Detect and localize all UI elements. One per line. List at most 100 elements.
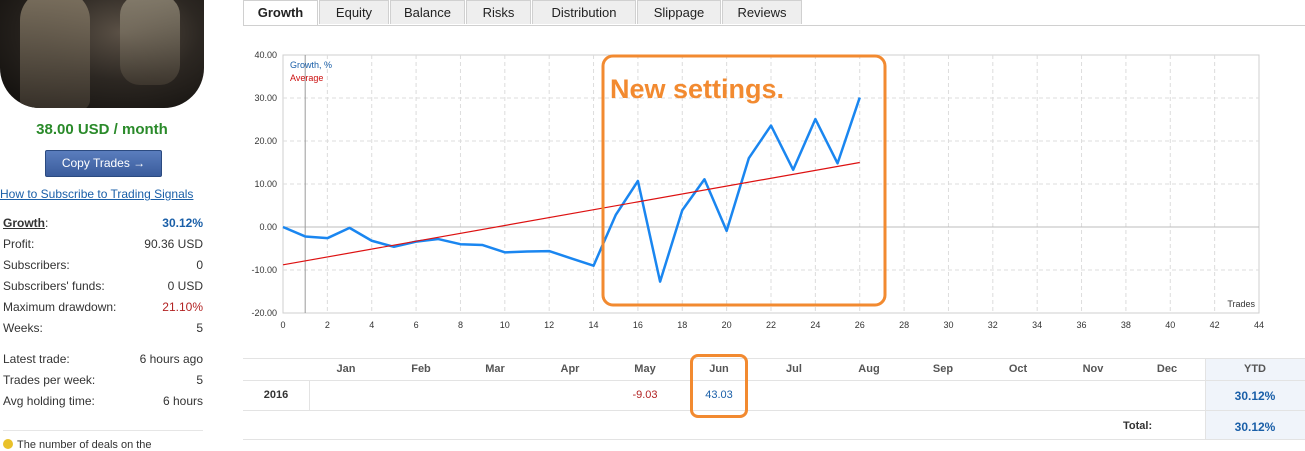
tab-slippage[interactable]: Slippage [637,0,721,24]
y-tick-label: 20.00 [254,136,277,146]
total-value: 30.12% [1234,420,1276,434]
stat-avg-holding: Avg holding time: 6 hours [3,394,203,410]
trades-per-week-label: Trades per week: [3,373,96,387]
copy-trades-button[interactable]: Copy Trades → [45,150,162,177]
month-header: Mar [485,363,505,375]
profit-value: 90.36 USD [144,237,203,251]
year-label: 2016 [263,389,289,401]
howto-subscribe-link[interactable]: How to Subscribe to Trading Signals [0,187,193,201]
growth-colon: : [45,216,49,230]
month-header: Jan [336,363,356,375]
stat-trades-per-week: Trades per week: 5 [3,373,203,389]
x-tick-label: 44 [1254,320,1264,330]
tab-distribution[interactable]: Distribution [532,0,636,24]
stat-max-drawdown: Maximum drawdown: 21.10% [3,300,203,316]
table-bottom-border [243,439,1305,440]
month-header: Dec [1156,363,1178,375]
stat-weeks: Weeks: 5 [3,321,203,337]
y-tick-label: -10.00 [251,265,277,275]
year-column-divider [309,380,310,410]
deals-note-text: The number of deals on the [17,439,152,451]
total-label: Total: [1123,420,1153,432]
max-drawdown-value: 21.10% [162,300,203,314]
tab-strip-border [243,25,1305,26]
weeks-value: 5 [196,321,203,335]
avatar-figure-secondary [120,0,180,85]
stat-profit: Profit: 90.36 USD [3,237,203,253]
latest-trade-label: Latest trade: [3,352,70,366]
legend-average: Average [290,73,323,83]
tab-risks[interactable]: Risks [466,0,531,24]
table-row-2016: 2016 -9.03 43.03 30.12% [243,380,1305,410]
x-tick-label: 26 [855,320,865,330]
subscription-price: 38.00 USD / month [36,121,168,138]
month-header: Oct [1008,363,1028,375]
y-tick-label: 0.00 [259,222,277,232]
latest-trade-value: 6 hours ago [139,352,203,366]
x-tick-label: 0 [280,320,285,330]
tab-reviews[interactable]: Reviews [722,0,802,24]
x-tick-label: 30 [943,320,953,330]
subscribers-value: 0 [196,258,203,272]
x-tick-label: 32 [988,320,998,330]
x-tick-label: 18 [677,320,687,330]
month-header: May [634,363,656,375]
month-header: Jul [786,363,802,375]
x-tick-label: 16 [633,320,643,330]
monthly-returns-table: Jan Feb Mar Apr May Jun Jul Aug Sep Oct … [243,354,1305,440]
max-drawdown-label: Maximum drawdown: [3,300,117,314]
legend-growth: Growth, % [290,60,332,70]
stat-subscriber-funds: Subscribers' funds: 0 USD [3,279,203,295]
x-tick-label: 6 [414,320,419,330]
x-tick-label: 14 [589,320,599,330]
y-tick-label: 10.00 [254,179,277,189]
avg-holding-value: 6 hours [162,394,203,408]
ytd-header: YTD [1244,363,1266,375]
month-header: Nov [1082,363,1104,375]
x-tick-label: 36 [1077,320,1087,330]
x-axis-label: Trades [1227,299,1255,309]
x-tick-label: 22 [766,320,776,330]
signal-sidebar: 38.00 USD / month Copy Trades → How to S… [0,0,215,451]
table-row-border [243,410,1305,411]
y-tick-label: 40.00 [254,50,277,60]
stat-subscribers: Subscribers: 0 [3,258,203,274]
avatar-figure [20,0,90,108]
x-tick-label: 4 [369,320,374,330]
stat-growth: Growth: 30.12% [3,216,203,232]
jun-highlight-box [690,354,748,418]
month-header: Apr [560,363,580,375]
subscriber-funds-value: 0 USD [167,279,203,293]
subscribers-label: Subscribers: [3,258,70,272]
stat-latest-trade: Latest trade: 6 hours ago [3,352,203,368]
ytd-value: 30.12% [1234,389,1276,403]
deals-note: The number of deals on the [3,439,152,451]
growth-chart: 0 2 4 6 8 10 12 14 16 18 20 22 24 26 28 30 32 34 36 38 40 42 4… [251,50,1264,330]
avg-holding-label: Avg holding time: [3,394,95,408]
tab-growth[interactable]: Growth [243,0,318,26]
x-tick-label: 10 [500,320,510,330]
x-tick-label: 38 [1121,320,1131,330]
table-header-row: Jan Feb Mar Apr May Jun Jul Aug Sep Oct … [243,358,1305,380]
x-tick-label: 2 [325,320,330,330]
y-tick-label: -20.00 [251,308,277,318]
subscriber-funds-label: Subscribers' funds: [3,279,105,293]
month-header: Sep [932,363,954,375]
weeks-label: Weeks: [3,321,43,335]
trades-per-week-value: 5 [196,373,203,387]
y-tick-label: 30.00 [254,93,277,103]
x-tick-label: 24 [810,320,820,330]
growth-value: 30.12% [162,216,203,230]
x-tick-label: 8 [458,320,463,330]
x-tick-label: 42 [1210,320,1220,330]
x-tick-label: 40 [1165,320,1175,330]
profit-label: Profit: [3,237,35,251]
x-tick-label: 28 [899,320,909,330]
sidebar-divider [3,430,203,431]
growth-label-link[interactable]: Growth [3,216,45,230]
tab-equity[interactable]: Equity [319,0,389,24]
x-tick-label: 34 [1032,320,1042,330]
month-value-may: -9.03 [632,389,658,401]
tab-balance[interactable]: Balance [390,0,465,24]
x-tick-label: 20 [722,320,732,330]
